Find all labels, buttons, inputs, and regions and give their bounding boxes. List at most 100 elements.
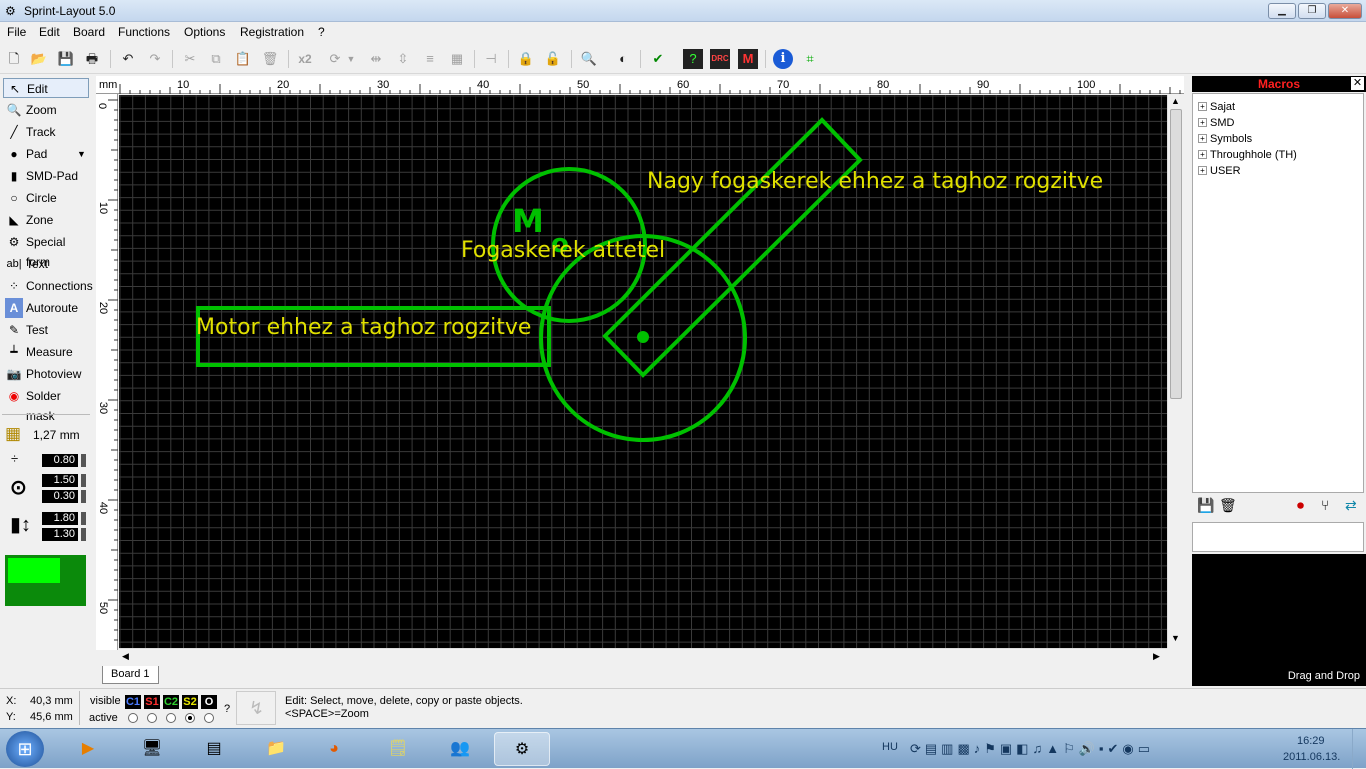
language-indicator[interactable]: HU bbox=[882, 741, 898, 753]
tool-connections[interactable]: ⁘ Connections bbox=[3, 276, 93, 296]
track-width-field[interactable]: 0.80 bbox=[42, 454, 78, 467]
terminal-icon[interactable]: 🖥 bbox=[124, 732, 180, 766]
board-text-motor[interactable]: Motor ehhez a taghoz rogzitve bbox=[196, 315, 531, 340]
mirror-vertical-icon[interactable]: ⇳ bbox=[393, 49, 413, 69]
firefox-icon[interactable]: ◕ bbox=[306, 732, 362, 766]
tray-icons[interactable]: ⟳▤▥▩♪⚑▣◧♫▲⚐🔊▪✔◉▭ bbox=[910, 741, 1154, 757]
scroll-up-icon[interactable]: ▲ bbox=[1171, 96, 1180, 106]
tool-solder-mask[interactable]: ◉ Solder mask bbox=[3, 386, 89, 423]
lock-icon[interactable]: 🔒 bbox=[516, 49, 536, 69]
tree-item-symbols[interactable]: + Symbols bbox=[1198, 132, 1252, 146]
pivot-point[interactable] bbox=[637, 331, 649, 343]
tool-special-form[interactable]: ⚙ Special form bbox=[3, 232, 89, 269]
pad-outer-field[interactable]: 1.50 bbox=[42, 474, 78, 487]
print-icon[interactable]: 🖶 bbox=[82, 49, 102, 69]
macro-name-field[interactable] bbox=[1192, 522, 1364, 552]
board-canvas[interactable]: M o Nagy fogaskerek ehhez a taghoz rogzi… bbox=[119, 95, 1167, 648]
macros-close-button[interactable]: ✕ bbox=[1351, 77, 1364, 90]
tab-board-1[interactable]: Board 1 bbox=[102, 666, 159, 684]
windows-start-icon[interactable]: ⊞ bbox=[6, 731, 44, 767]
pad-inner-spinner[interactable] bbox=[81, 490, 86, 503]
tool-smd-pad[interactable]: ▮ SMD-Pad bbox=[3, 166, 89, 186]
autoroute-check-icon[interactable]: ✔ bbox=[648, 49, 668, 69]
macro-icon[interactable]: M bbox=[738, 49, 758, 69]
close-button[interactable]: ✕ bbox=[1328, 3, 1362, 19]
menu-file[interactable]: File bbox=[7, 25, 26, 39]
redo-icon[interactable]: ↷ bbox=[145, 49, 165, 69]
tool-text[interactable]: ab| Text bbox=[3, 254, 89, 274]
tool-autoroute[interactable]: A Autoroute bbox=[3, 298, 89, 318]
pad-inner-field[interactable]: 0.30 bbox=[42, 490, 78, 503]
layer-s1-toggle[interactable]: S1 bbox=[144, 695, 160, 709]
open-icon[interactable]: 📂 bbox=[29, 49, 49, 69]
clock-date[interactable]: 2011.06.13. bbox=[1283, 751, 1340, 763]
split-icon[interactable]: ⑂ bbox=[1321, 497, 1329, 513]
tool-track[interactable]: ╱ Track bbox=[3, 122, 89, 142]
folder-icon[interactable]: 📁 bbox=[248, 732, 304, 766]
macro-preview[interactable]: Drag and Drop bbox=[1192, 554, 1366, 686]
rotate-icon[interactable]: ⟳ bbox=[325, 49, 345, 69]
delete-icon[interactable]: 🗑 bbox=[1219, 497, 1237, 514]
smd-height-spinner[interactable] bbox=[81, 528, 86, 541]
active-layer-o-radio[interactable] bbox=[204, 713, 214, 723]
drc-icon[interactable]: DRC bbox=[710, 49, 730, 69]
horizontal-scrollbar[interactable]: ◀ ▶ bbox=[119, 648, 1167, 664]
menu-board[interactable]: Board bbox=[73, 25, 105, 39]
track-width-spinner[interactable] bbox=[81, 454, 86, 467]
expand-icon[interactable]: + bbox=[1198, 166, 1207, 175]
mirror-horizontal-icon[interactable]: ⇹ bbox=[366, 49, 386, 69]
network-icon[interactable]: 👥 bbox=[432, 732, 488, 766]
tree-item-sajat[interactable]: + Sajat bbox=[1198, 100, 1235, 114]
undo-icon[interactable]: ↶ bbox=[118, 49, 138, 69]
menu-options[interactable]: Options bbox=[184, 25, 225, 39]
tool-measure[interactable]: ┷ Measure bbox=[3, 342, 89, 362]
scroll-right-icon[interactable]: ▶ bbox=[1153, 651, 1160, 662]
record-icon[interactable]: ⏺ bbox=[1297, 497, 1304, 514]
layer-s2-toggle[interactable]: S2 bbox=[182, 695, 198, 709]
tool-zoom[interactable]: 🔍 Zoom bbox=[3, 100, 89, 120]
new-icon[interactable]: 🗋 bbox=[4, 49, 24, 69]
active-layer-c2-radio[interactable] bbox=[166, 713, 176, 723]
smd-width-field[interactable]: 1.80 bbox=[42, 512, 78, 525]
layer-o-toggle[interactable]: O bbox=[201, 695, 217, 709]
connection-test-icon[interactable]: ? bbox=[683, 49, 703, 69]
expand-icon[interactable]: + bbox=[1198, 150, 1207, 159]
media-player-icon[interactable]: ▶ bbox=[60, 732, 116, 766]
zoom-icon[interactable]: 🔍 bbox=[579, 49, 599, 69]
tree-item-user[interactable]: + USER bbox=[1198, 164, 1241, 178]
scroll-down-icon[interactable]: ▼ bbox=[1171, 633, 1180, 643]
unlock-icon[interactable]: 🔓 bbox=[543, 49, 563, 69]
menu-functions[interactable]: Functions bbox=[118, 25, 170, 39]
layer-help-button[interactable]: ? bbox=[224, 703, 230, 715]
menu-help[interactable]: ? bbox=[318, 25, 325, 39]
layer-color-preview[interactable] bbox=[5, 555, 86, 606]
smd-height-field[interactable]: 1.30 bbox=[42, 528, 78, 541]
active-layer-c1-radio[interactable] bbox=[128, 713, 138, 723]
document-icon[interactable]: ▤ bbox=[186, 732, 242, 766]
tool-test[interactable]: ✎ Test bbox=[3, 320, 89, 340]
vertical-scroll-thumb[interactable] bbox=[1170, 109, 1182, 399]
smd-width-spinner[interactable] bbox=[81, 512, 86, 525]
layer-c1-toggle[interactable]: C1 bbox=[125, 695, 141, 709]
tool-pad[interactable]: ● Pad ▼ bbox=[3, 144, 89, 164]
scroll-left-icon[interactable]: ◀ bbox=[122, 651, 129, 662]
paste-icon[interactable]: 📋 bbox=[233, 49, 253, 69]
grid-icon[interactable]: ▦ bbox=[5, 424, 21, 444]
copy-icon[interactable]: ⧉ bbox=[206, 49, 226, 69]
board-text-large-gear[interactable]: Nagy fogaskerek ehhez a taghoz rogzitve bbox=[647, 169, 1103, 194]
pad-dropdown-icon[interactable]: ▼ bbox=[77, 144, 86, 164]
save-icon[interactable]: 💾 bbox=[56, 49, 76, 69]
crop-icon[interactable]: ⌗ bbox=[800, 49, 820, 69]
layer-c2-toggle[interactable]: C2 bbox=[163, 695, 179, 709]
expand-icon[interactable]: + bbox=[1198, 118, 1207, 127]
tool-circle[interactable]: ○ Circle bbox=[3, 188, 89, 208]
tree-item-throughhole[interactable]: + Throughhole (TH) bbox=[1198, 148, 1297, 162]
expand-icon[interactable]: + bbox=[1198, 102, 1207, 111]
rotate-dropdown-icon[interactable]: ▼ bbox=[346, 49, 356, 69]
info-icon[interactable]: i bbox=[773, 49, 793, 69]
transparent-icon[interactable]: ◐ bbox=[613, 49, 633, 69]
save-icon[interactable]: 💾 bbox=[1197, 497, 1214, 514]
sprint-layout-icon[interactable]: ⚙ bbox=[494, 732, 550, 766]
group-icon[interactable]: ▦ bbox=[447, 49, 467, 69]
board-text-gear-ratio[interactable]: Fogaskerek attetel bbox=[461, 238, 665, 263]
